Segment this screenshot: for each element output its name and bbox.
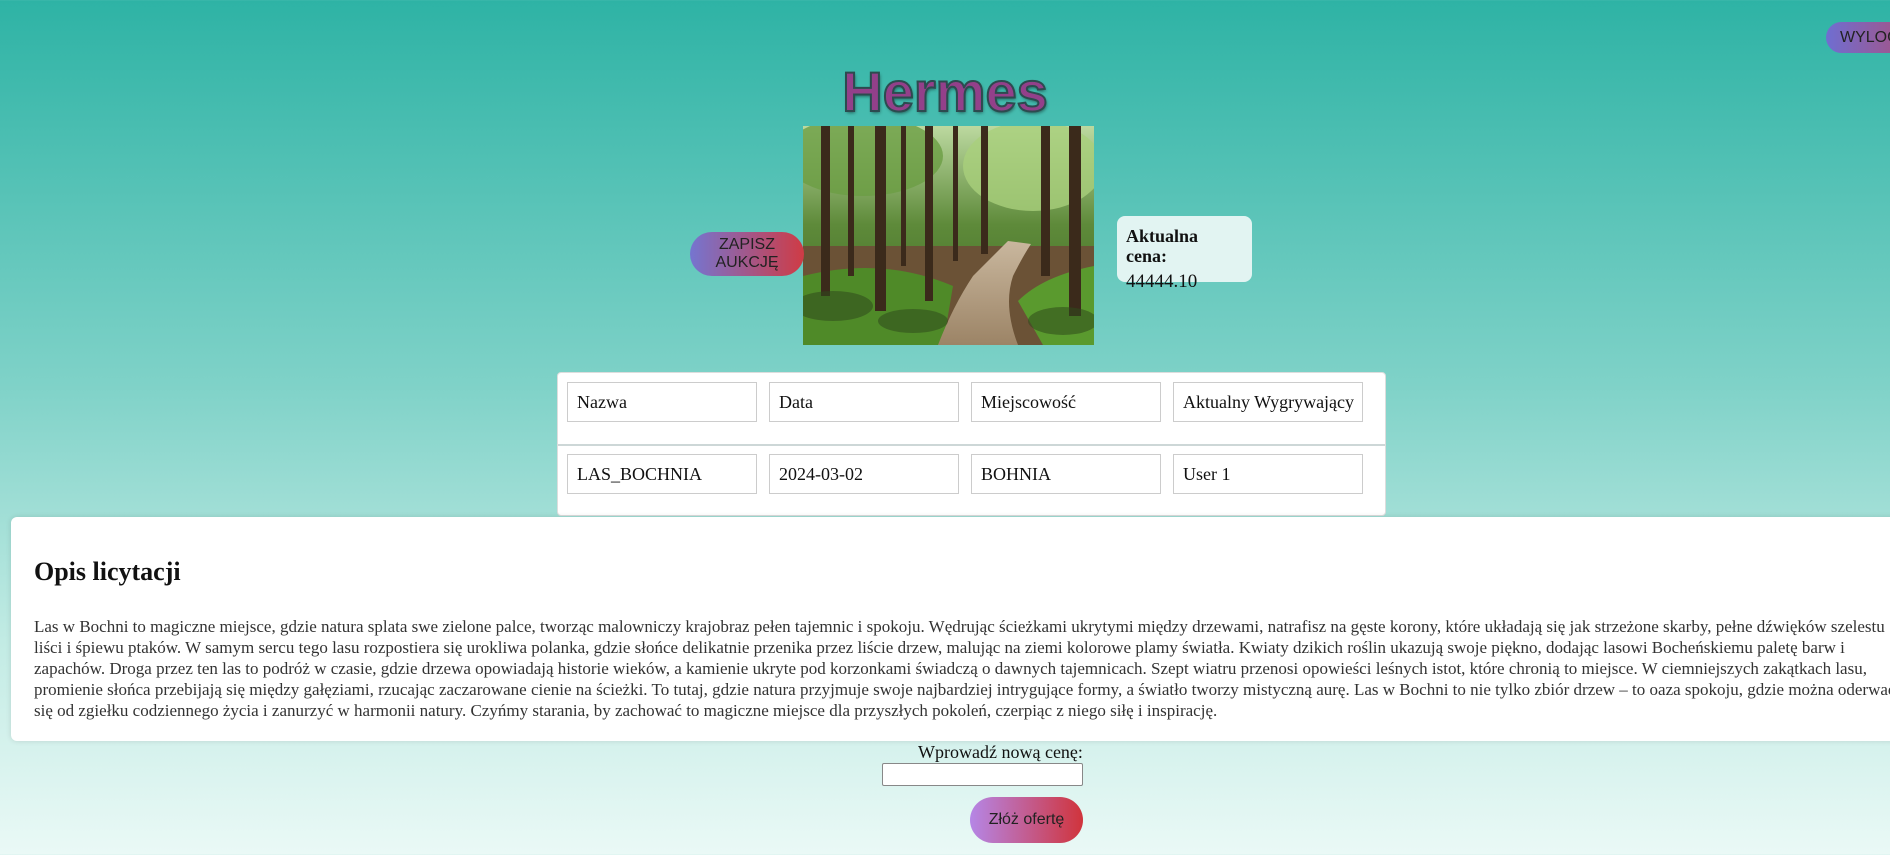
table-header-city: Miejscowość — [971, 382, 1161, 422]
save-auction-button[interactable]: ZAPISZ AUKCJĘ — [690, 232, 804, 276]
table-header-winner: Aktualny Wygrywający — [1173, 382, 1363, 422]
new-price-input[interactable] — [882, 763, 1083, 786]
table-header-name: Nazwa — [567, 382, 757, 422]
table-header-date: Data — [769, 382, 959, 422]
table-row-divider — [558, 444, 1385, 446]
description-text: Las w Bochni to magiczne miejsce, gdzie … — [34, 617, 1890, 720]
auction-photo — [803, 126, 1094, 345]
current-price-label: Aktualna cena: — [1126, 226, 1199, 266]
current-price-box: Aktualna cena: 44444.10 — [1117, 216, 1252, 292]
page-title: Hermes — [841, 59, 1048, 124]
table-cell-date: 2024-03-02 — [769, 454, 959, 494]
current-price-value: 44444.10 — [1126, 271, 1198, 292]
description-panel: Opis licytacji Las w Bochni to magiczne … — [11, 517, 1890, 741]
new-price-label: Wprowadź nową cenę: — [918, 742, 1083, 762]
table-cell-winner: User 1 — [1173, 454, 1363, 494]
description-title: Opis licytacji — [34, 557, 181, 586]
table-cell-city: BOHNIA — [971, 454, 1161, 494]
auction-info-table: Nazwa Data Miejscowość Aktualny Wygrywaj… — [557, 372, 1386, 516]
table-cell-name: LAS_BOCHNIA — [567, 454, 757, 494]
submit-offer-button[interactable]: Złóż ofertę — [970, 797, 1083, 843]
logout-button[interactable]: WYLOGUJ — [1826, 22, 1890, 53]
